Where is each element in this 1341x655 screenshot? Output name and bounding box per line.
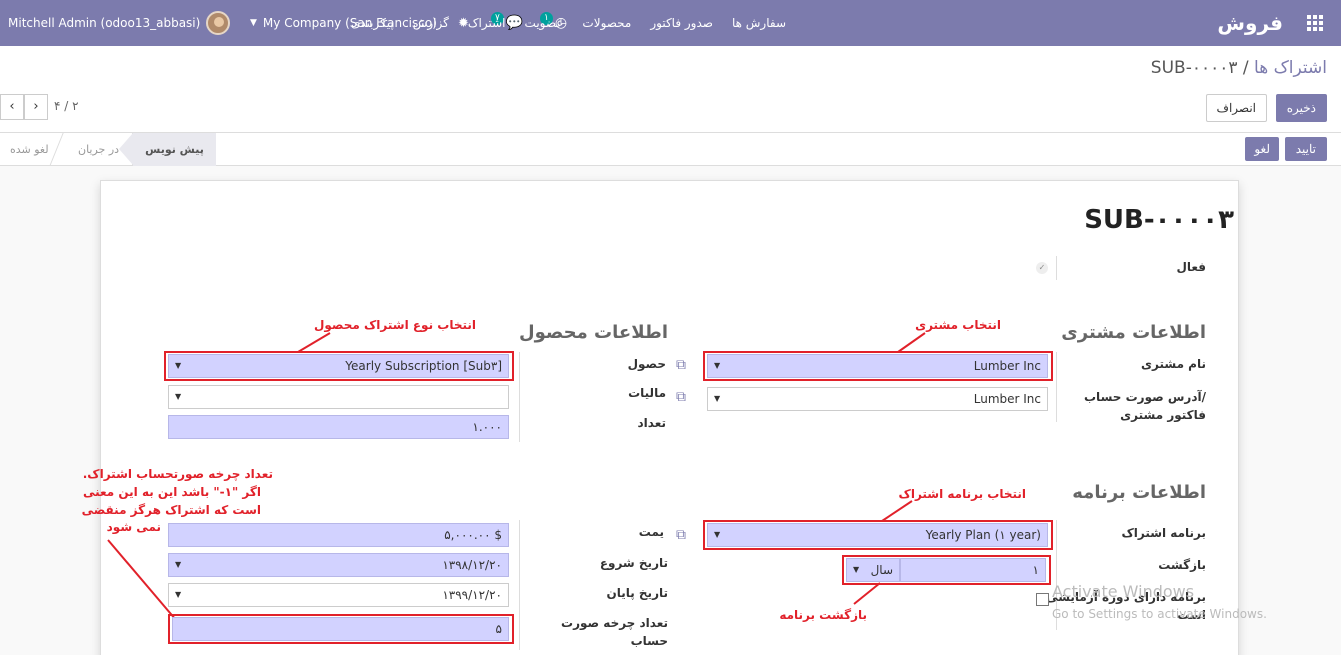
arrow-recurrence — [853, 582, 881, 605]
windows-watermark-title: Activate Windows — [1052, 582, 1195, 601]
start-date-input[interactable]: ۱۳۹۸/۱۲/۲۰ ▼ — [168, 553, 509, 577]
arrow-customer — [897, 332, 926, 353]
highlight-billing-cycles — [168, 614, 514, 644]
external-link-icon[interactable]: ⧉ — [676, 527, 686, 543]
price-value: $ ۵,۰۰۰.۰۰ — [444, 528, 502, 542]
dropdown-arrow-icon: ▼ — [714, 394, 721, 403]
external-link-icon[interactable]: ⧉ — [676, 357, 686, 373]
start-date-label: تاریخ شروع — [599, 556, 668, 570]
annotation-recurrence: بازگشت برنامه — [779, 608, 867, 622]
annotation-cycles-line4: نمی شود — [106, 520, 161, 534]
highlight-plan — [703, 520, 1053, 550]
price-label: یمت — [638, 525, 664, 539]
plan-label: برنامه اشتراک — [1121, 526, 1206, 540]
quantity-input[interactable]: ۱.۰۰۰ — [168, 415, 509, 439]
dropdown-arrow-icon: ▼ — [175, 392, 182, 401]
highlight-product — [164, 351, 514, 381]
dropdown-arrow-icon: ▼ — [175, 590, 182, 599]
customer-label: نام مشتری — [1141, 357, 1206, 371]
billing-cycles-label-line1: تعداد چرخه صورت — [561, 616, 668, 630]
arrow-cycles — [107, 539, 177, 621]
highlight-customer — [703, 351, 1053, 381]
end-date-value: ۱۳۹۹/۱۲/۲۰ — [442, 588, 502, 602]
annotation-cycles-line3: است که اشتراک هرگز منقضی — [81, 503, 261, 517]
annotation-plan: انتخاب برنامه اشتراک — [898, 487, 1026, 501]
invoice-address-value: Lumber Inc — [973, 392, 1041, 406]
annotation-cycles-line2: اگر "۱-" باشد این به این معنی — [82, 485, 261, 499]
end-date-label: تاریخ پایان — [606, 586, 668, 600]
arrow-plan — [881, 500, 913, 522]
separator — [1056, 352, 1057, 422]
invoice-address-label-line2: فاکتور مشتری — [1120, 408, 1206, 422]
start-date-value: ۱۳۹۸/۱۲/۲۰ — [442, 558, 502, 572]
invoice-address-select[interactable]: Lumber Inc ▼ — [707, 387, 1048, 411]
end-date-input[interactable]: ۱۳۹۹/۱۲/۲۰ ▼ — [168, 583, 509, 607]
separator — [519, 352, 520, 442]
product-label: حصول — [627, 357, 666, 371]
arrow-product — [297, 332, 331, 353]
annotation-cycles-line1: تعداد چرخه صورتحساب اشتراک. — [82, 467, 273, 481]
quantity-value: ۱.۰۰۰ — [472, 420, 502, 434]
price-input[interactable]: $ ۵,۰۰۰.۰۰ — [168, 523, 509, 547]
recurrence-label: بازگشت — [1158, 558, 1206, 572]
quantity-label: تعداد — [637, 416, 666, 430]
external-link-icon[interactable]: ⧉ — [676, 389, 686, 405]
taxes-label: مالیات — [628, 386, 666, 400]
dropdown-arrow-icon: ▼ — [175, 560, 182, 569]
trial-checkbox[interactable] — [1036, 593, 1049, 606]
separator — [519, 520, 520, 650]
billing-cycles-label-line2: حساب — [630, 634, 668, 648]
windows-watermark-subtitle: Go to Settings to activate Windows. — [1052, 607, 1267, 621]
taxes-select[interactable]: ▼ — [168, 385, 509, 409]
highlight-recurrence — [842, 555, 1051, 585]
annotation-product-type: انتخاب نوع اشتراک محصول — [313, 318, 476, 332]
invoice-address-label-line1: آدرس صورت حساب/ — [1084, 390, 1206, 404]
